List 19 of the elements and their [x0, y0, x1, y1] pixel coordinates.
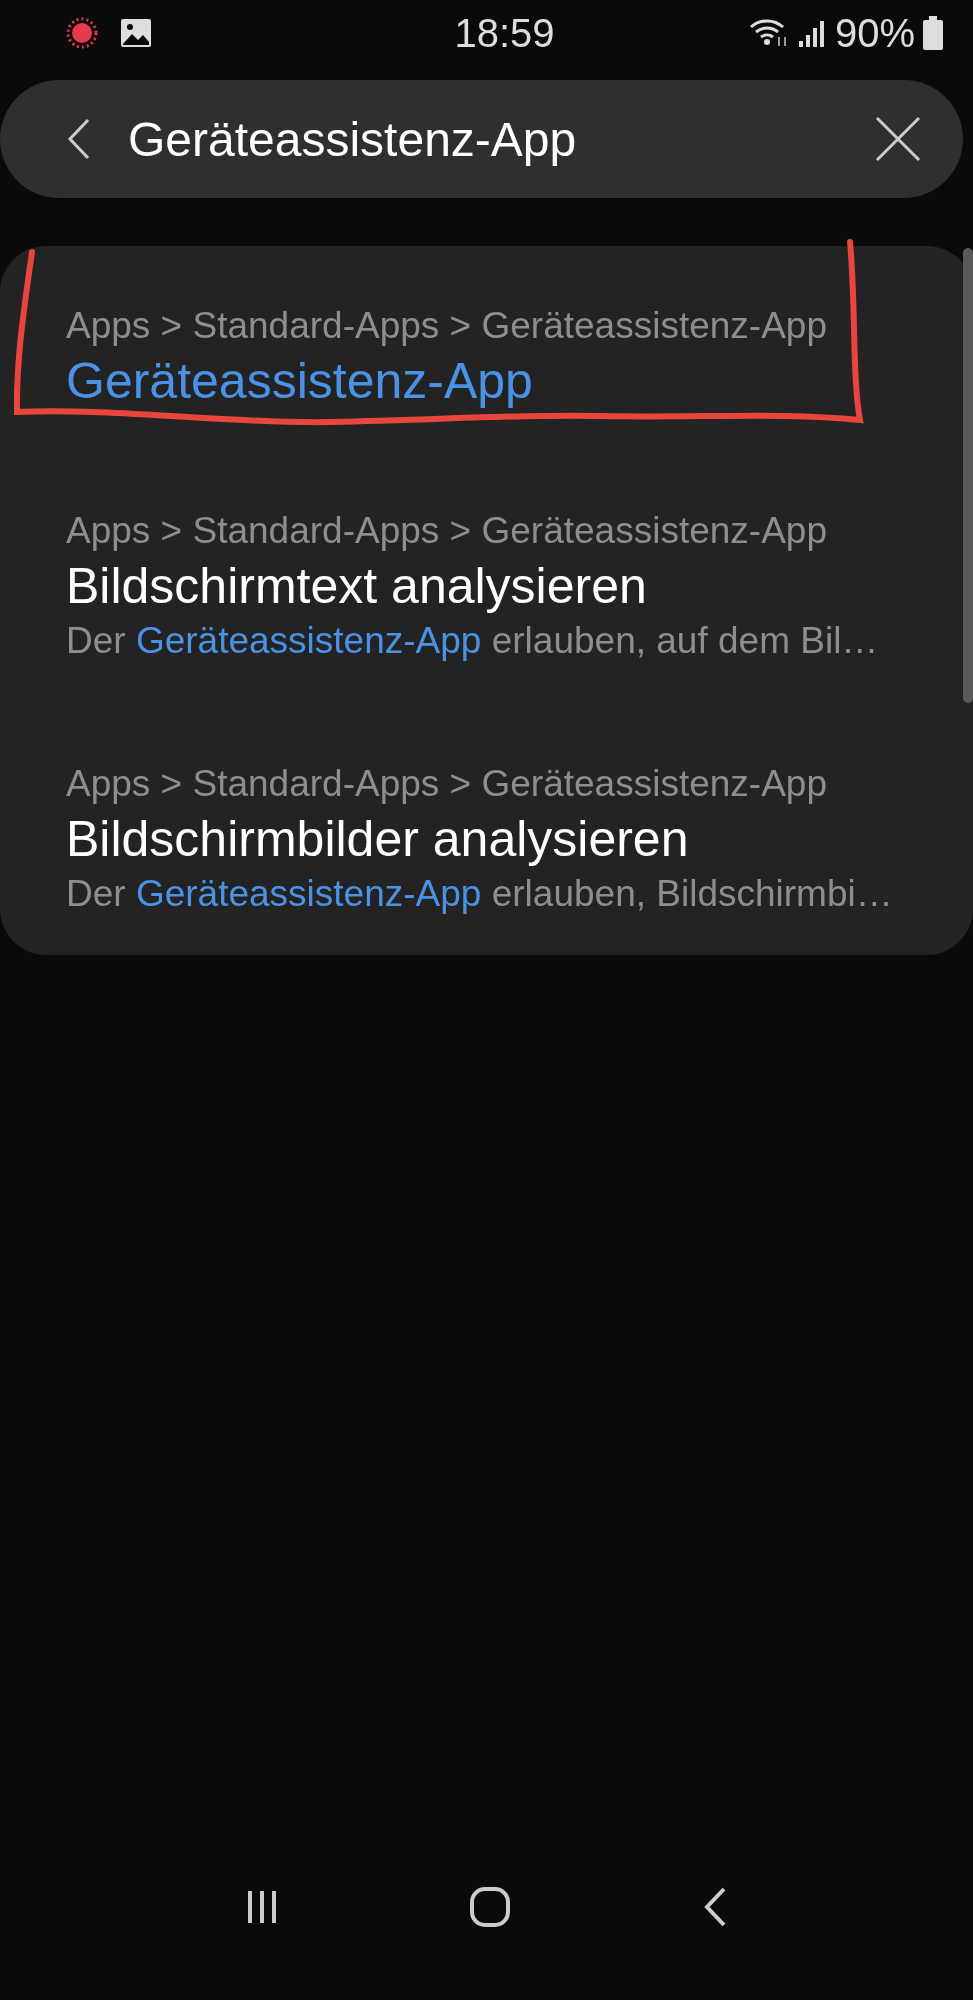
breadcrumb: Apps > Standard-Apps > Geräteassistenz-App — [66, 509, 828, 553]
clock: 18:59 — [454, 10, 555, 56]
back-button[interactable] — [66, 117, 92, 161]
search-field[interactable]: Geräteassistenz-App — [0, 80, 963, 198]
recents-button[interactable] — [245, 1889, 278, 1925]
close-button[interactable] — [875, 116, 921, 162]
result-summary: Der Geräteassistenz-App erlauben, Bildschirmbi… — [66, 872, 894, 916]
result-title[interactable]: Bildschirmbilder analysieren — [66, 808, 933, 870]
result-title[interactable]: Bildschirmtext analysieren — [66, 555, 933, 617]
result-title[interactable]: Geräteassistenz-App — [66, 350, 933, 412]
battery-percentage: 90% — [834, 10, 915, 56]
notification-icon — [66, 17, 98, 49]
breadcrumb: Apps > Standard-Apps > Geräteassistenz-App — [66, 304, 828, 348]
breadcrumb: Apps > Standard-Apps > Geräteassistenz-App — [66, 762, 828, 806]
result-summary: Der Geräteassistenz-App erlauben, auf dem Bil… — [66, 619, 880, 663]
wifi-icon — [748, 17, 789, 49]
image-icon — [120, 18, 152, 48]
home-button[interactable] — [468, 1886, 511, 1928]
battery-icon — [923, 16, 943, 50]
